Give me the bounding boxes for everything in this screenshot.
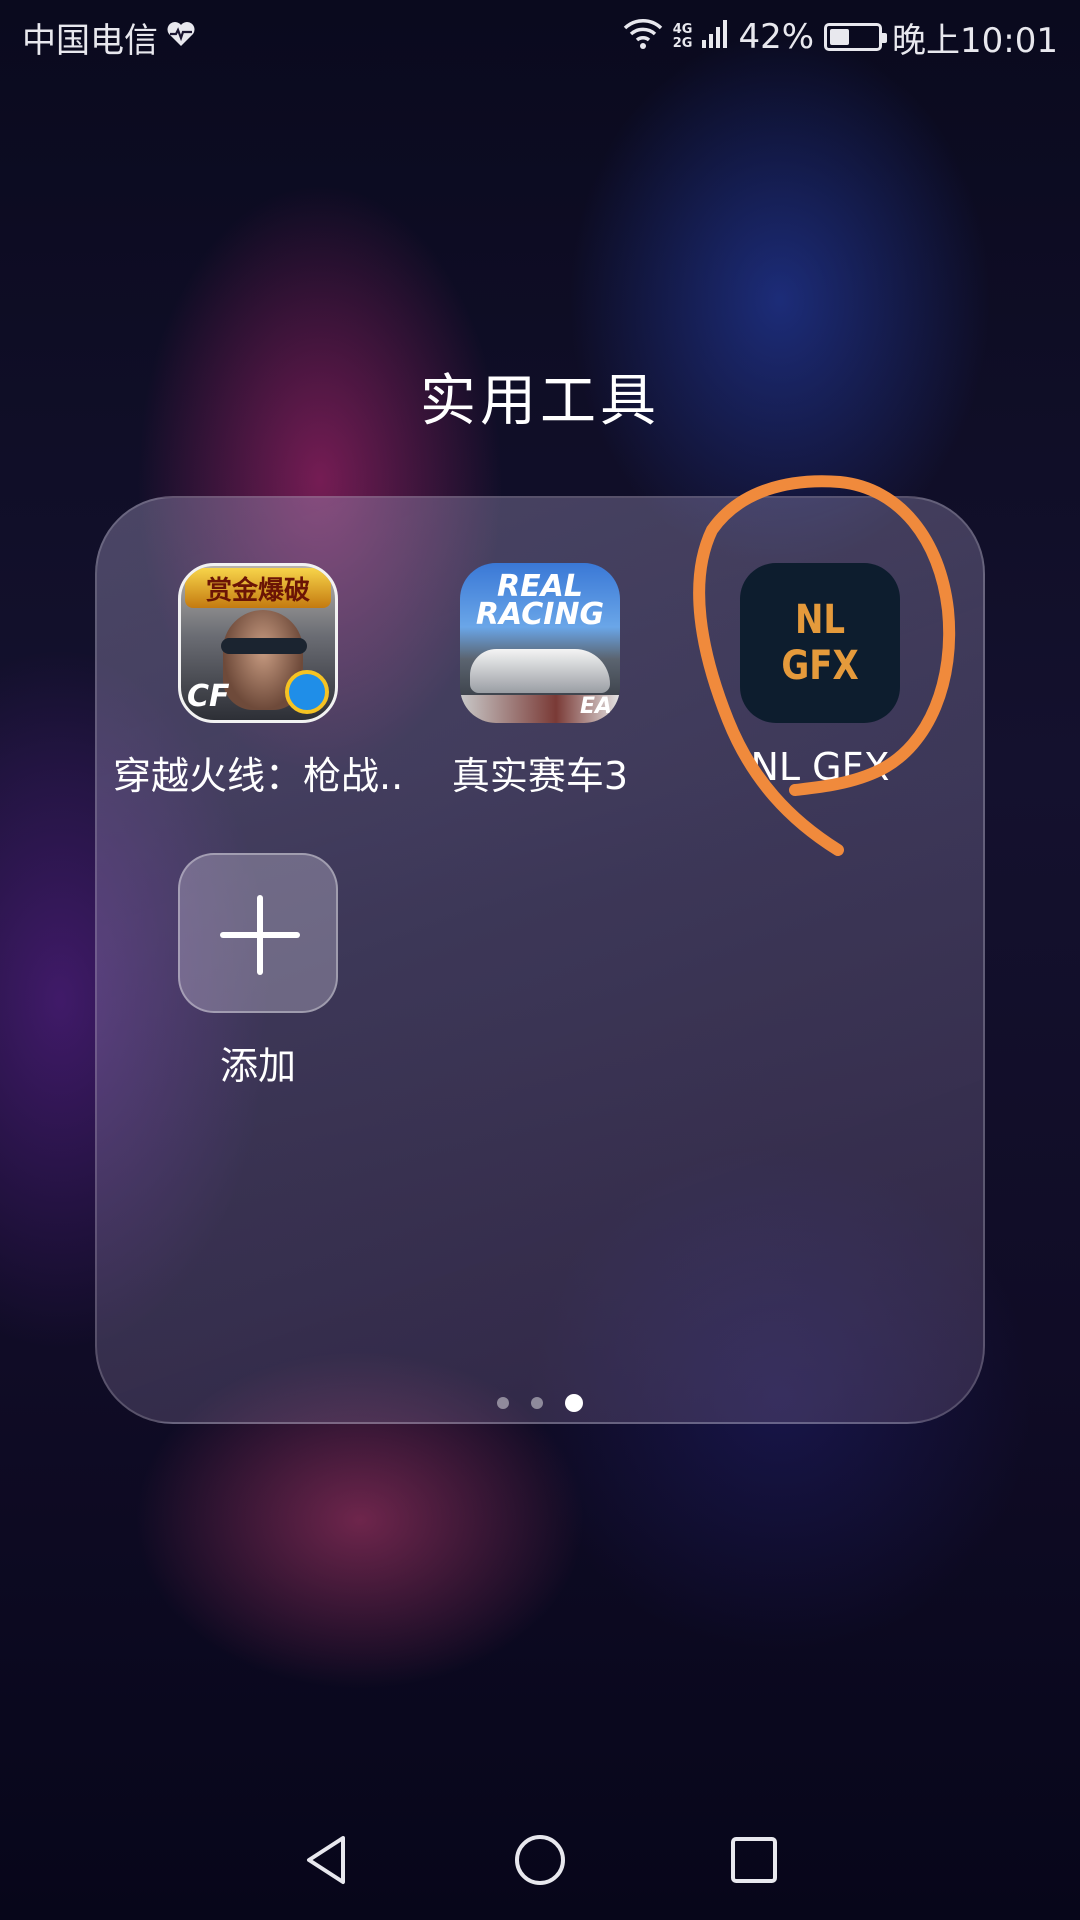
tencent-games-icon — [285, 670, 329, 714]
crossfire-game-icon[interactable]: 赏金爆破 CF — [178, 563, 338, 723]
network-4g-label: 4G — [672, 22, 693, 37]
nl-gfx-icon[interactable]: NL GFX — [740, 563, 900, 723]
wifi-icon — [623, 16, 663, 59]
app-real-racing-3[interactable]: REAL RACING EA 真实赛车3 — [395, 563, 685, 800]
rr-race-car — [470, 649, 610, 693]
battery-icon — [824, 23, 888, 51]
page-dot-3-active[interactable] — [565, 1394, 583, 1412]
add-tile-label: 添加 — [219, 1044, 296, 1088]
heart-health-icon — [166, 17, 196, 57]
recents-square-icon[interactable] — [718, 1825, 788, 1895]
battery-percent: 42% — [738, 17, 815, 57]
add-app-tile[interactable]: 添加 — [113, 853, 403, 1090]
carrier-name: 中国电信 — [22, 20, 158, 61]
home-circle-icon[interactable] — [505, 1825, 575, 1895]
cf-sunglasses — [221, 638, 307, 654]
cf-banner-text: 赏金爆破 — [185, 568, 331, 608]
page-dot-1[interactable] — [497, 1397, 509, 1409]
status-left: 中国电信 — [22, 13, 204, 62]
ea-logo: EA — [579, 694, 612, 719]
app-crossfire[interactable]: 赏金爆破 CF 穿越火线：枪战.. — [113, 563, 403, 800]
back-triangle-icon[interactable] — [292, 1825, 362, 1895]
app-label-nl-gfx: NL GFX — [750, 745, 890, 789]
real-racing-3-icon[interactable]: REAL RACING EA — [460, 563, 620, 723]
network-2g-label: 2G — [672, 36, 693, 51]
add-tile-button[interactable] — [178, 853, 338, 1013]
cf-logo-text: CF — [187, 679, 230, 714]
status-bar: 中国电信 4G 2G 42% 晚上10:01 — [0, 0, 1080, 74]
rr-title-text: REAL RACING — [475, 569, 605, 632]
page-indicator — [0, 1394, 1080, 1412]
navigation-bar — [0, 1800, 1080, 1920]
app-label-real-racing-3: 真实赛车3 — [451, 754, 629, 798]
status-right: 4G 2G 42% 晚上10:01 — [613, 13, 1058, 62]
nl-gfx-icon-text: NL GFX — [781, 597, 859, 689]
battery-fill — [830, 29, 850, 45]
app-nl-gfx[interactable]: NL GFX NL GFX — [675, 563, 965, 789]
page-dot-2[interactable] — [531, 1397, 543, 1409]
folder-title[interactable]: 实用工具 — [0, 356, 1080, 437]
signal-bars-icon — [702, 17, 728, 57]
app-label-crossfire: 穿越火线：枪战.. — [113, 754, 404, 798]
network-type-indicator: 4G 2G — [673, 23, 693, 51]
clock-time: 晚上10:01 — [892, 20, 1058, 61]
